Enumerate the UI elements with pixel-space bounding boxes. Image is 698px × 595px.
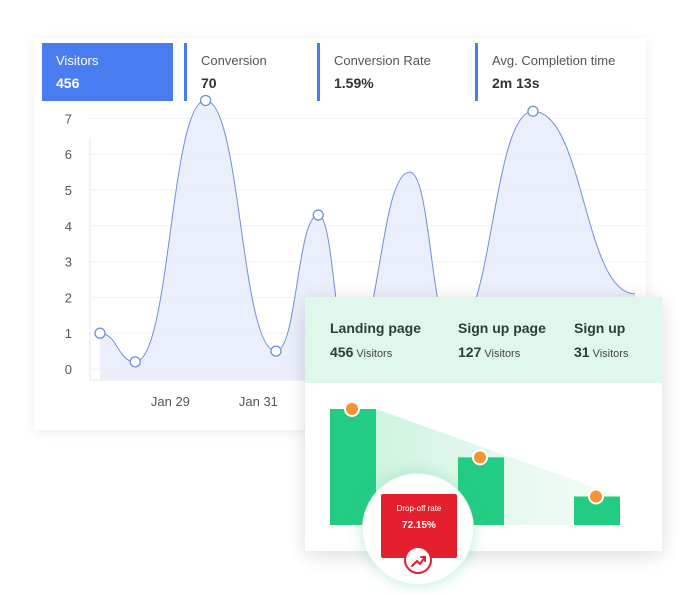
funnel-step-name: Sign up page: [458, 320, 546, 336]
data-point[interactable]: [94, 327, 106, 339]
funnel-step-count: 127 Visitors: [458, 344, 546, 362]
y-tick-label: 6: [65, 147, 72, 162]
y-tick-label: 0: [65, 362, 72, 377]
trending-up-icon[interactable]: [404, 546, 432, 574]
dropoff-rate-label: Drop-off rate: [396, 504, 442, 513]
x-tick-label: Jan 29: [151, 394, 190, 409]
data-point[interactable]: [312, 209, 324, 221]
y-tick-label: 2: [65, 290, 72, 305]
funnel-dot: [344, 401, 360, 417]
y-axis-ticks: 0 1 2 3 4 5 6 7: [65, 111, 72, 377]
funnel-step-sign-up-page[interactable]: Sign up page 127 Visitors: [458, 319, 546, 362]
funnel-header: Landing page 456 Visitors Sign up page 12…: [305, 297, 662, 383]
dropoff-rate-value: 72.15%: [402, 520, 436, 531]
funnel-step-number: 127: [458, 344, 482, 360]
funnel-step-landing-page[interactable]: Landing page 456 Visitors: [330, 319, 421, 362]
x-axis-ticks: Jan 29Jan 31F: [151, 394, 322, 409]
funnel-step-unit: Visitors: [356, 348, 393, 360]
data-point[interactable]: [129, 356, 141, 368]
data-point[interactable]: [527, 105, 539, 117]
funnel-step-name: Landing page: [330, 320, 421, 336]
funnel-step-unit: Visitors: [484, 348, 521, 360]
funnel-dot: [588, 488, 604, 505]
x-tick-label: Jan 31: [239, 394, 278, 409]
funnel-step-unit: Visitors: [592, 348, 629, 360]
funnel-step-name: Sign up: [574, 320, 626, 336]
trending-up-glyph: [411, 556, 426, 567]
funnel-step-number: 456: [330, 344, 354, 360]
y-tick-label: 3: [65, 255, 72, 270]
data-point[interactable]: [199, 94, 212, 107]
data-point[interactable]: [270, 345, 282, 357]
y-tick-label: 5: [65, 183, 72, 198]
funnel-dot: [472, 449, 488, 466]
y-tick-label: 4: [65, 219, 72, 234]
funnel-step-count: 456 Visitors: [330, 344, 421, 362]
funnel-step-count: 31 Visitors: [574, 344, 628, 362]
funnel-step-number: 31: [574, 344, 590, 360]
y-tick-label: 1: [65, 326, 72, 341]
funnel-step-sign-up[interactable]: Sign up 31 Visitors: [574, 319, 628, 362]
y-tick-label: 7: [65, 111, 72, 126]
funnel-card: Landing page 456 Visitors Sign up page 12…: [305, 297, 662, 551]
